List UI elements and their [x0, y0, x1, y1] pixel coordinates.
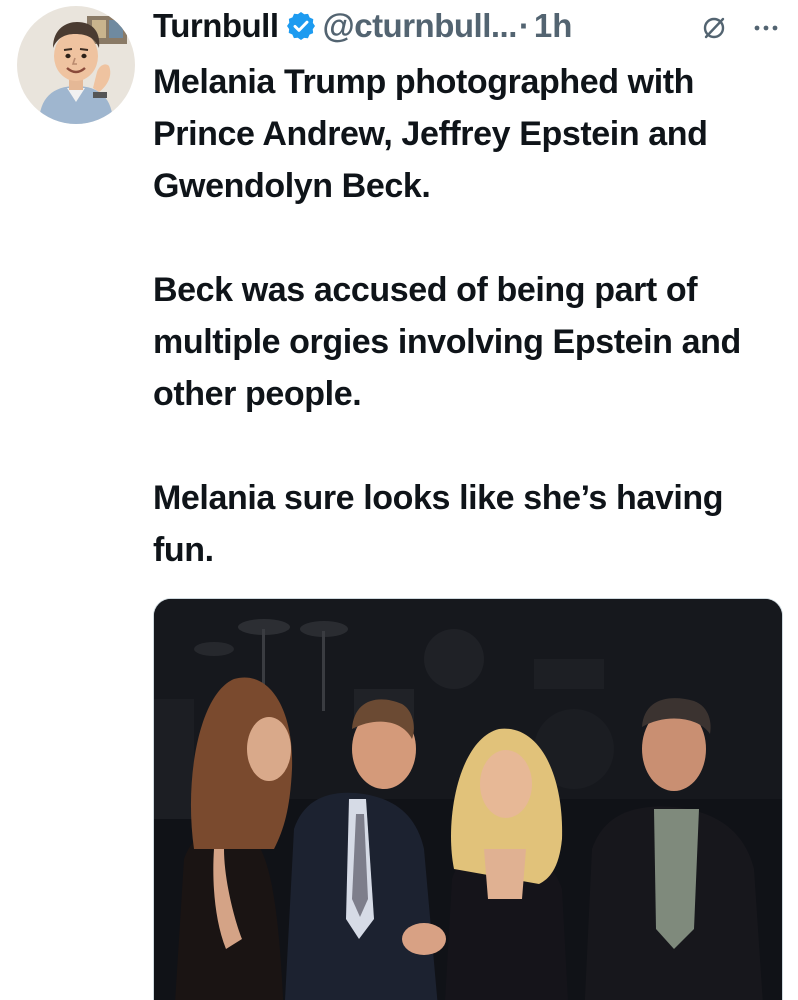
- grok-icon[interactable]: [700, 14, 728, 42]
- tweet[interactable]: Turnbull @cturnbull... · 1h Melania Trum…: [0, 0, 798, 1000]
- author-handle[interactable]: @cturnbull...: [323, 6, 518, 46]
- display-name[interactable]: Turnbull: [153, 6, 279, 46]
- timestamp[interactable]: 1h: [534, 6, 573, 46]
- tweet-header: Turnbull @cturnbull... · 1h: [153, 4, 793, 48]
- tweet-text: Melania Trump photographed with Prince A…: [153, 56, 783, 628]
- tweet-paragraph-2: Beck was accused of being part of multip…: [153, 271, 741, 413]
- tweet-paragraph-3: Melania sure looks like she’s having fun…: [153, 479, 724, 569]
- avatar[interactable]: [17, 6, 135, 124]
- separator-dot: ·: [518, 7, 530, 44]
- more-options-icon[interactable]: [752, 16, 780, 40]
- tweet-paragraph-1: Melania Trump photographed with Prince A…: [153, 63, 708, 205]
- tweet-photo[interactable]: [153, 598, 783, 1000]
- verified-badge-icon: [285, 10, 317, 42]
- photo-illustration: [154, 599, 782, 1000]
- avatar-illustration: [17, 6, 135, 124]
